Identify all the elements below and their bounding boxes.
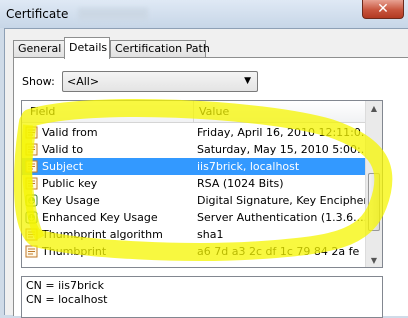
cert-field-icon [25, 126, 38, 139]
row-value: iis7brick, localhost [197, 160, 300, 173]
blurred-title-text [78, 8, 148, 20]
detail-line: CN = iis7brick [26, 279, 104, 292]
cert-field-icon [25, 177, 38, 190]
table-row[interactable]: Valid to Saturday, May 15, 2010 5:00:... [22, 141, 367, 158]
title-bar: Certificate ✕ [0, 0, 408, 28]
tab-certification-path[interactable]: Certification Path [110, 40, 210, 58]
table-row[interactable]: Subject iis7brick, localhost [22, 158, 367, 175]
table-row[interactable]: Valid from Friday, April 16, 2010 12:11:0… [22, 124, 367, 141]
header-field[interactable]: Field [30, 105, 55, 118]
show-dropdown-value: <All> [67, 75, 100, 88]
row-value: Digital Signature, Key Encipher... [197, 194, 365, 207]
row-field: Key Usage [42, 194, 100, 207]
scroll-down-icon[interactable]: ▼ [366, 253, 382, 267]
row-value: Server Authentication (1.3.6.... [197, 211, 365, 224]
field-detail-box[interactable]: CN = iis7brick CN = localhost [21, 276, 383, 318]
row-field: Valid from [42, 126, 98, 139]
chevron-down-icon: ▼ [244, 76, 251, 86]
window-title: Certificate [6, 7, 69, 21]
row-field: Thumbprint [42, 245, 107, 258]
table-row[interactable]: Key Usage Digital Signature, Key Encipher… [22, 192, 367, 209]
row-field: Subject [42, 160, 84, 173]
cert-field-icon [25, 245, 38, 258]
row-value: RSA (1024 Bits) [197, 177, 284, 190]
table-row[interactable]: Enhanced Key Usage Server Authentication … [22, 209, 367, 226]
cert-field-icon [25, 143, 38, 156]
row-value: sha1 [197, 228, 224, 241]
tab-details[interactable]: Details [64, 37, 110, 59]
show-dropdown[interactable]: <All> ▼ [62, 71, 258, 92]
scroll-thumb[interactable] [368, 173, 380, 231]
row-value: Friday, April 16, 2010 12:11:0... [197, 126, 365, 139]
row-field: Valid to [42, 143, 84, 156]
row-field: Thumbprint algorithm [42, 228, 163, 241]
extension-icon [25, 194, 38, 207]
cert-field-icon [25, 160, 38, 173]
row-value: Saturday, May 15, 2010 5:00:... [197, 143, 365, 156]
fields-list[interactable]: Field Value Valid from Friday, April 16, … [21, 100, 383, 268]
tab-general[interactable]: General [13, 40, 65, 58]
table-row[interactable]: Thumbprint algorithm sha1 [22, 226, 367, 243]
list-header: Field Value [22, 101, 367, 123]
cert-field-icon [25, 228, 38, 241]
table-row[interactable]: Public key RSA (1024 Bits) [22, 175, 367, 192]
scroll-up-icon[interactable]: ▲ [366, 101, 382, 117]
show-label: Show: [22, 75, 55, 88]
detail-line: CN = localhost [26, 293, 108, 306]
vertical-scrollbar[interactable]: ▲ ▼ [365, 101, 382, 267]
header-value[interactable]: Value [199, 105, 229, 118]
row-field: Public key [42, 177, 98, 190]
row-value: a6 7d a3 2c df 1c 79 84 2a fe [197, 245, 360, 258]
row-field: Enhanced Key Usage [42, 211, 158, 224]
header-divider[interactable] [193, 101, 194, 123]
close-icon: ✕ [377, 1, 389, 17]
table-row[interactable]: Thumbprint a6 7d a3 2c df 1c 79 84 2a fe [22, 243, 367, 260]
extension-icon [25, 211, 38, 224]
close-button[interactable]: ✕ [362, 0, 404, 19]
